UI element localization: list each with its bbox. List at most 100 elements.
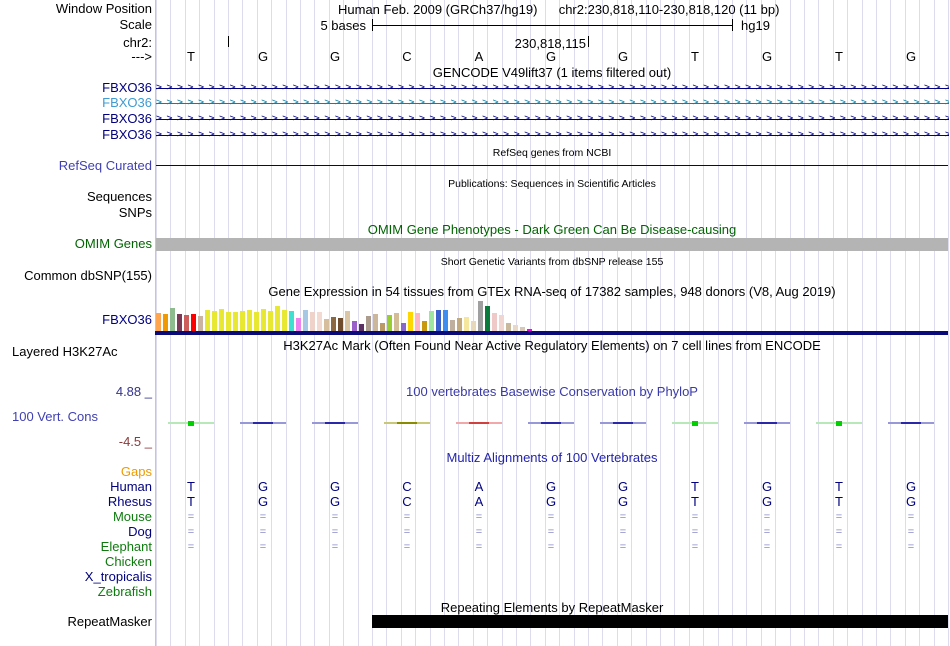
multiz-species-label[interactable]: Chicken (0, 555, 152, 569)
gencode-gene-line[interactable]: >>>>>>>>>>>>>>>>>>>>>>>>>>>>>>>>>>>>>>>>… (156, 96, 949, 110)
phylop-segment[interactable] (888, 422, 934, 424)
phylop-segment[interactable] (528, 422, 574, 424)
snps-track-label[interactable]: SNPs (0, 206, 152, 220)
repeatmasker-track-label[interactable]: RepeatMasker (0, 615, 152, 629)
gtex-tissue-bar[interactable] (254, 312, 259, 331)
gtex-tissue-bar[interactable] (177, 314, 182, 331)
gtex-tissue-bar[interactable] (240, 311, 245, 331)
base-glyph: T (691, 479, 699, 494)
gtex-tissue-bar[interactable] (296, 318, 301, 331)
omim-gene-bar[interactable] (156, 238, 948, 251)
phylop-segment[interactable] (744, 422, 790, 424)
gtex-tissue-bar[interactable] (289, 311, 294, 331)
omim-genes-label[interactable]: OMIM Genes (0, 237, 152, 251)
refseq-gene-line[interactable] (156, 165, 948, 166)
gtex-tissue-bar[interactable] (310, 312, 315, 331)
gtex-tissue-bar[interactable] (184, 315, 189, 331)
gtex-tissue-bar[interactable] (205, 310, 210, 331)
gtex-tissue-bar[interactable] (303, 310, 308, 331)
gencode-gene-line[interactable]: >>>>>>>>>>>>>>>>>>>>>>>>>>>>>>>>>>>>>>>>… (156, 128, 949, 142)
gtex-tissue-bar[interactable] (450, 320, 455, 331)
phylop-track-label[interactable]: 100 Vert. Cons (12, 410, 98, 424)
phylop-segment[interactable] (456, 422, 502, 424)
gtex-tissue-bar[interactable] (485, 306, 490, 331)
gencode-gene-label[interactable]: FBXO36 (0, 81, 152, 95)
gtex-tissue-bar[interactable] (436, 310, 441, 331)
gtex-tissue-bar[interactable] (457, 318, 462, 331)
multiz-species-label[interactable]: Mouse (0, 510, 152, 524)
gtex-tissue-bar[interactable] (422, 321, 427, 331)
gtex-tissue-bar[interactable] (492, 313, 497, 331)
base-glyph: T (835, 479, 843, 494)
gtex-tissue-bar[interactable] (401, 323, 406, 331)
h3k27ac-track-label[interactable]: Layered H3K27Ac (12, 345, 118, 359)
gencode-gene-line[interactable]: >>>>>>>>>>>>>>>>>>>>>>>>>>>>>>>>>>>>>>>>… (156, 112, 949, 126)
gtex-tissue-bar[interactable] (429, 311, 434, 331)
gtex-tissue-bar[interactable] (408, 312, 413, 331)
gtex-tissue-bar[interactable] (499, 315, 504, 331)
phylop-segment[interactable] (168, 420, 214, 426)
gtex-tissue-bar[interactable] (359, 324, 364, 331)
gtex-tissue-bar[interactable] (380, 323, 385, 331)
gtex-tissue-bar[interactable] (247, 310, 252, 331)
gtex-tissue-bar[interactable] (415, 313, 420, 331)
gtex-tissue-bar[interactable] (471, 321, 476, 331)
gtex-tissue-bar[interactable] (156, 313, 161, 331)
gtex-tissue-bar[interactable] (345, 311, 350, 331)
dbsnp-track-label[interactable]: Common dbSNP(155) (0, 269, 152, 283)
gtex-tissue-bar[interactable] (387, 315, 392, 331)
gtex-tissue-bar[interactable] (324, 319, 329, 331)
gtex-tissue-bar[interactable] (366, 316, 371, 331)
base-glyph: T (187, 479, 195, 494)
multiz-species-label[interactable]: X_tropicalis (0, 570, 152, 584)
gencode-gene-line[interactable]: >>>>>>>>>>>>>>>>>>>>>>>>>>>>>>>>>>>>>>>>… (156, 81, 949, 95)
gtex-tissue-bar[interactable] (233, 312, 238, 331)
gtex-tissue-bar[interactable] (317, 312, 322, 331)
gtex-tissue-bar[interactable] (198, 316, 203, 331)
gtex-gene-label[interactable]: FBXO36 (0, 313, 152, 327)
gencode-gene-label[interactable]: FBXO36 (0, 96, 152, 110)
multiz-species-label[interactable]: Dog (0, 525, 152, 539)
base-glyph: = (691, 526, 699, 538)
phylop-segment[interactable] (672, 420, 718, 426)
gtex-tissue-bar[interactable] (282, 310, 287, 331)
repeatmasker-element-bar[interactable] (372, 615, 948, 628)
gtex-tissue-bar[interactable] (268, 311, 273, 331)
multiz-species-label[interactable]: Elephant (0, 540, 152, 554)
gtex-tissue-bar[interactable] (170, 308, 175, 331)
gtex-tissue-bar[interactable] (275, 306, 280, 331)
gtex-tissue-bar[interactable] (191, 314, 196, 331)
gencode-gene-label[interactable]: FBXO36 (0, 112, 152, 126)
refseq-curated-label[interactable]: RefSeq Curated (0, 159, 152, 173)
phylop-segment[interactable] (384, 422, 430, 424)
phylop-segment-core (836, 420, 842, 426)
multiz-species-label[interactable]: Rhesus (0, 495, 152, 509)
gtex-tissue-bar[interactable] (478, 301, 483, 331)
phylop-segment[interactable] (600, 422, 646, 424)
gencode-gene-label[interactable]: FBXO36 (0, 128, 152, 142)
phylop-segment[interactable] (240, 422, 286, 424)
phylop-segment-core (397, 422, 417, 424)
gtex-tissue-bar[interactable] (219, 309, 224, 331)
gtex-tissue-bar[interactable] (338, 318, 343, 331)
base-glyph: = (835, 511, 843, 523)
phylop-segment[interactable] (312, 422, 358, 424)
gtex-tissue-bar[interactable] (163, 314, 168, 331)
base-glyph: C (402, 494, 412, 509)
gtex-tissue-bar[interactable] (464, 317, 469, 331)
gtex-tissue-bar[interactable] (394, 313, 399, 331)
gtex-tissue-bar[interactable] (226, 312, 231, 331)
gtex-tissue-bar[interactable] (331, 317, 336, 331)
gtex-tissue-bar[interactable] (373, 314, 378, 331)
gtex-tissue-bar[interactable] (212, 311, 217, 331)
multiz-species-label[interactable]: Zebrafish (0, 585, 152, 599)
phylop-segment-core (253, 422, 273, 424)
gtex-tissue-bar[interactable] (506, 323, 511, 331)
phylop-segment[interactable] (816, 420, 862, 426)
multiz-species-label[interactable]: Gaps (0, 465, 152, 479)
gtex-tissue-bar[interactable] (443, 310, 448, 331)
multiz-species-label[interactable]: Human (0, 480, 152, 494)
gtex-tissue-bar[interactable] (261, 309, 266, 331)
gtex-tissue-bar[interactable] (352, 321, 357, 331)
sequences-track-label[interactable]: Sequences (0, 190, 152, 204)
